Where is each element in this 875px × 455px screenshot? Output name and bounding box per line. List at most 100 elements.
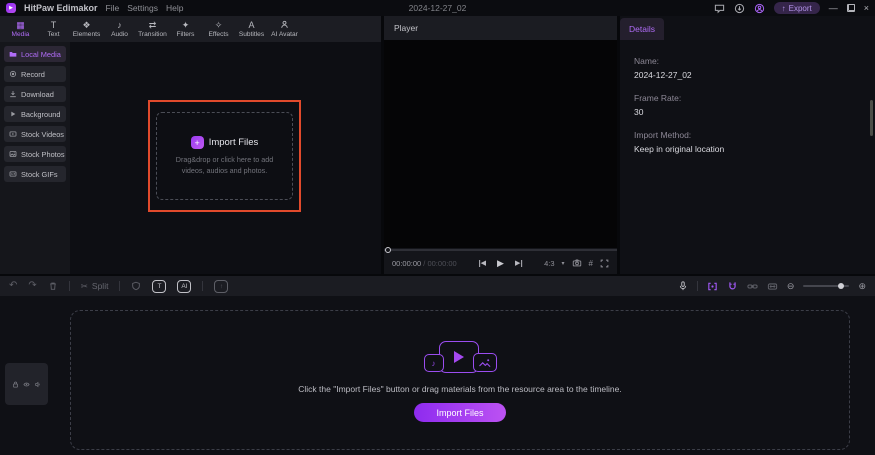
import-caption-line2: videos, audios and photos. [181,165,268,175]
sidebar-item-stock-gifs[interactable]: Stock GIFs [4,166,66,182]
zoom-out-icon[interactable]: ⊖ [787,281,795,292]
mute-icon[interactable] [34,381,41,388]
upload-icon[interactable]: ↑ [214,279,229,293]
tab-audio[interactable]: ♪ Audio [103,20,136,38]
player-panel: Player 00:00:00 / 00:00:00 ◀ ▶ ▶ 4:3 ▾ # [384,16,617,274]
tab-label: Media [11,31,30,38]
elements-icon: ❖ [82,20,91,30]
sidebar-item-label: Stock Photos [21,149,65,159]
toolbar-divider [696,281,698,291]
detail-label: Import Method: [634,130,692,140]
tab-text[interactable]: T Text [37,20,70,38]
microphone-icon[interactable] [678,281,688,291]
magnet-snap-icon[interactable] [727,281,738,292]
previous-frame-button[interactable]: ◀ [478,259,486,267]
link-icon[interactable] [747,281,758,292]
import-caption: Drag&drop or click here to add videos, a… [176,155,273,176]
import-files-title: Import Files [208,137,259,149]
audio-icon: ♪ [117,20,122,30]
tab-transition[interactable]: ⇄ Transition [136,20,169,38]
sidebar-item-label: Download [21,89,54,99]
aspect-ratio-selector[interactable]: 4:3 [544,259,554,268]
sidebar-item-label: Stock Videos [21,129,65,139]
media-panel: ▦ Media T Text ❖ Elements ♪ Audio ⇄ Transitio… [0,16,381,274]
sidebar-item-download[interactable]: Download [4,86,66,102]
redo-icon[interactable]: ↷ [28,281,36,291]
delete-icon[interactable] [48,281,58,291]
plus-glyph: + [194,137,200,148]
lock-icon[interactable] [12,381,19,388]
split-button[interactable]: ✂ Split [81,281,109,292]
timeline-zoom-slider[interactable] [803,283,850,289]
tab-filters[interactable]: ✦ Filters [169,20,202,38]
zoom-in-icon[interactable]: ⊕ [858,281,866,292]
seek-bar[interactable] [384,247,617,253]
menu-file[interactable]: File [106,3,120,13]
toolbar-divider [68,281,70,291]
tab-effects[interactable]: ✧ Effects [202,20,235,38]
undo-icon[interactable]: ↶ [9,281,17,291]
auto-fit-icon[interactable] [767,281,778,292]
timeline-toolbar: ↶ ↷ ✂ Split T AI ↑ ⊖ ⊕ [0,276,875,296]
tab-media[interactable]: ▦ Media [4,20,37,38]
video-preview[interactable] [384,40,617,248]
sticker-badge-icon[interactable] [131,281,141,291]
close-button[interactable]: × [864,3,869,13]
menu-help[interactable]: Help [166,3,183,13]
export-icon: ↑ [781,3,786,13]
maximize-icon[interactable] [846,4,855,12]
sidebar-item-stock-photos[interactable]: Stock Photos [4,146,66,162]
account-icon[interactable] [754,3,765,14]
snapshot-icon[interactable] [572,258,582,268]
import-files-button[interactable]: Import Files [414,403,506,422]
detail-value: 30 [634,107,644,117]
grid-icon[interactable]: # [589,259,593,268]
import-dropzone[interactable]: + Import Files Drag&drop or click here t… [156,112,293,200]
player-header: Player [384,16,617,40]
ribbon-tabs: ▦ Media T Text ❖ Elements ♪ Audio ⇄ Transitio… [0,16,381,42]
titlebar: ▶ HitPaw Edimakor File Settings Help 202… [0,0,875,16]
tab-details[interactable]: Details [620,18,664,40]
fullscreen-icon[interactable] [600,259,609,268]
chevron-down-icon[interactable]: ▾ [562,260,565,267]
sidebar-item-record[interactable]: Record [4,66,66,82]
timeline-hint: Click the "Import Files" button or drag … [298,384,622,394]
time-current: 00:00:00 [392,258,422,268]
details-scrollbar[interactable] [870,100,873,136]
import-caption-line1: Drag&drop or click here to add [175,155,274,165]
sidebar-item-background[interactable]: Background [4,106,66,122]
gif-icon [9,170,17,178]
timeline-dropzone[interactable]: ♪ Click the "Import Files" button or dra… [70,310,850,450]
media-content: + Import Files Drag&drop or click here t… [70,42,381,274]
folder-icon [9,50,17,58]
photo-icon [9,150,17,158]
ai-subtitle-icon[interactable]: AI [177,279,192,293]
ripple-edit-icon[interactable] [707,281,718,292]
media-sidebar: Local Media Record Download Background S… [0,42,70,274]
tab-ai-avatar[interactable]: AI Avatar [268,20,301,38]
text-to-speech-icon[interactable]: T [152,279,167,293]
download-center-icon[interactable] [734,3,745,14]
sidebar-item-stock-videos[interactable]: Stock Videos [4,126,66,142]
sidebar-item-label: Local Media [21,49,61,59]
eye-icon[interactable] [23,381,30,388]
export-button[interactable]: ↑ Export [773,2,820,14]
play-button[interactable]: ▶ [497,258,504,268]
note-glyph: ♪ [431,358,436,368]
feedback-icon[interactable] [714,3,725,14]
seek-handle[interactable] [385,247,391,253]
background-icon [9,110,17,118]
tab-label: Elements [72,31,101,38]
tab-elements[interactable]: ❖ Elements [70,20,103,38]
menu-settings[interactable]: Settings [127,3,158,13]
tab-subtitles[interactable]: A Subtitles [235,20,268,38]
timeline-area: ♪ Click the "Import Files" button or dra… [0,296,875,455]
image-icon [472,353,497,372]
detail-field-name: Name: 2024-12-27_02 [634,56,724,80]
zoom-slider-handle[interactable] [838,283,845,289]
sidebar-item-local-media[interactable]: Local Media [4,46,66,62]
tab-label: Effects [208,31,229,38]
minimize-button[interactable]: — [829,3,838,13]
player-title: Player [394,23,419,33]
next-frame-button[interactable]: ▶ [515,259,523,267]
